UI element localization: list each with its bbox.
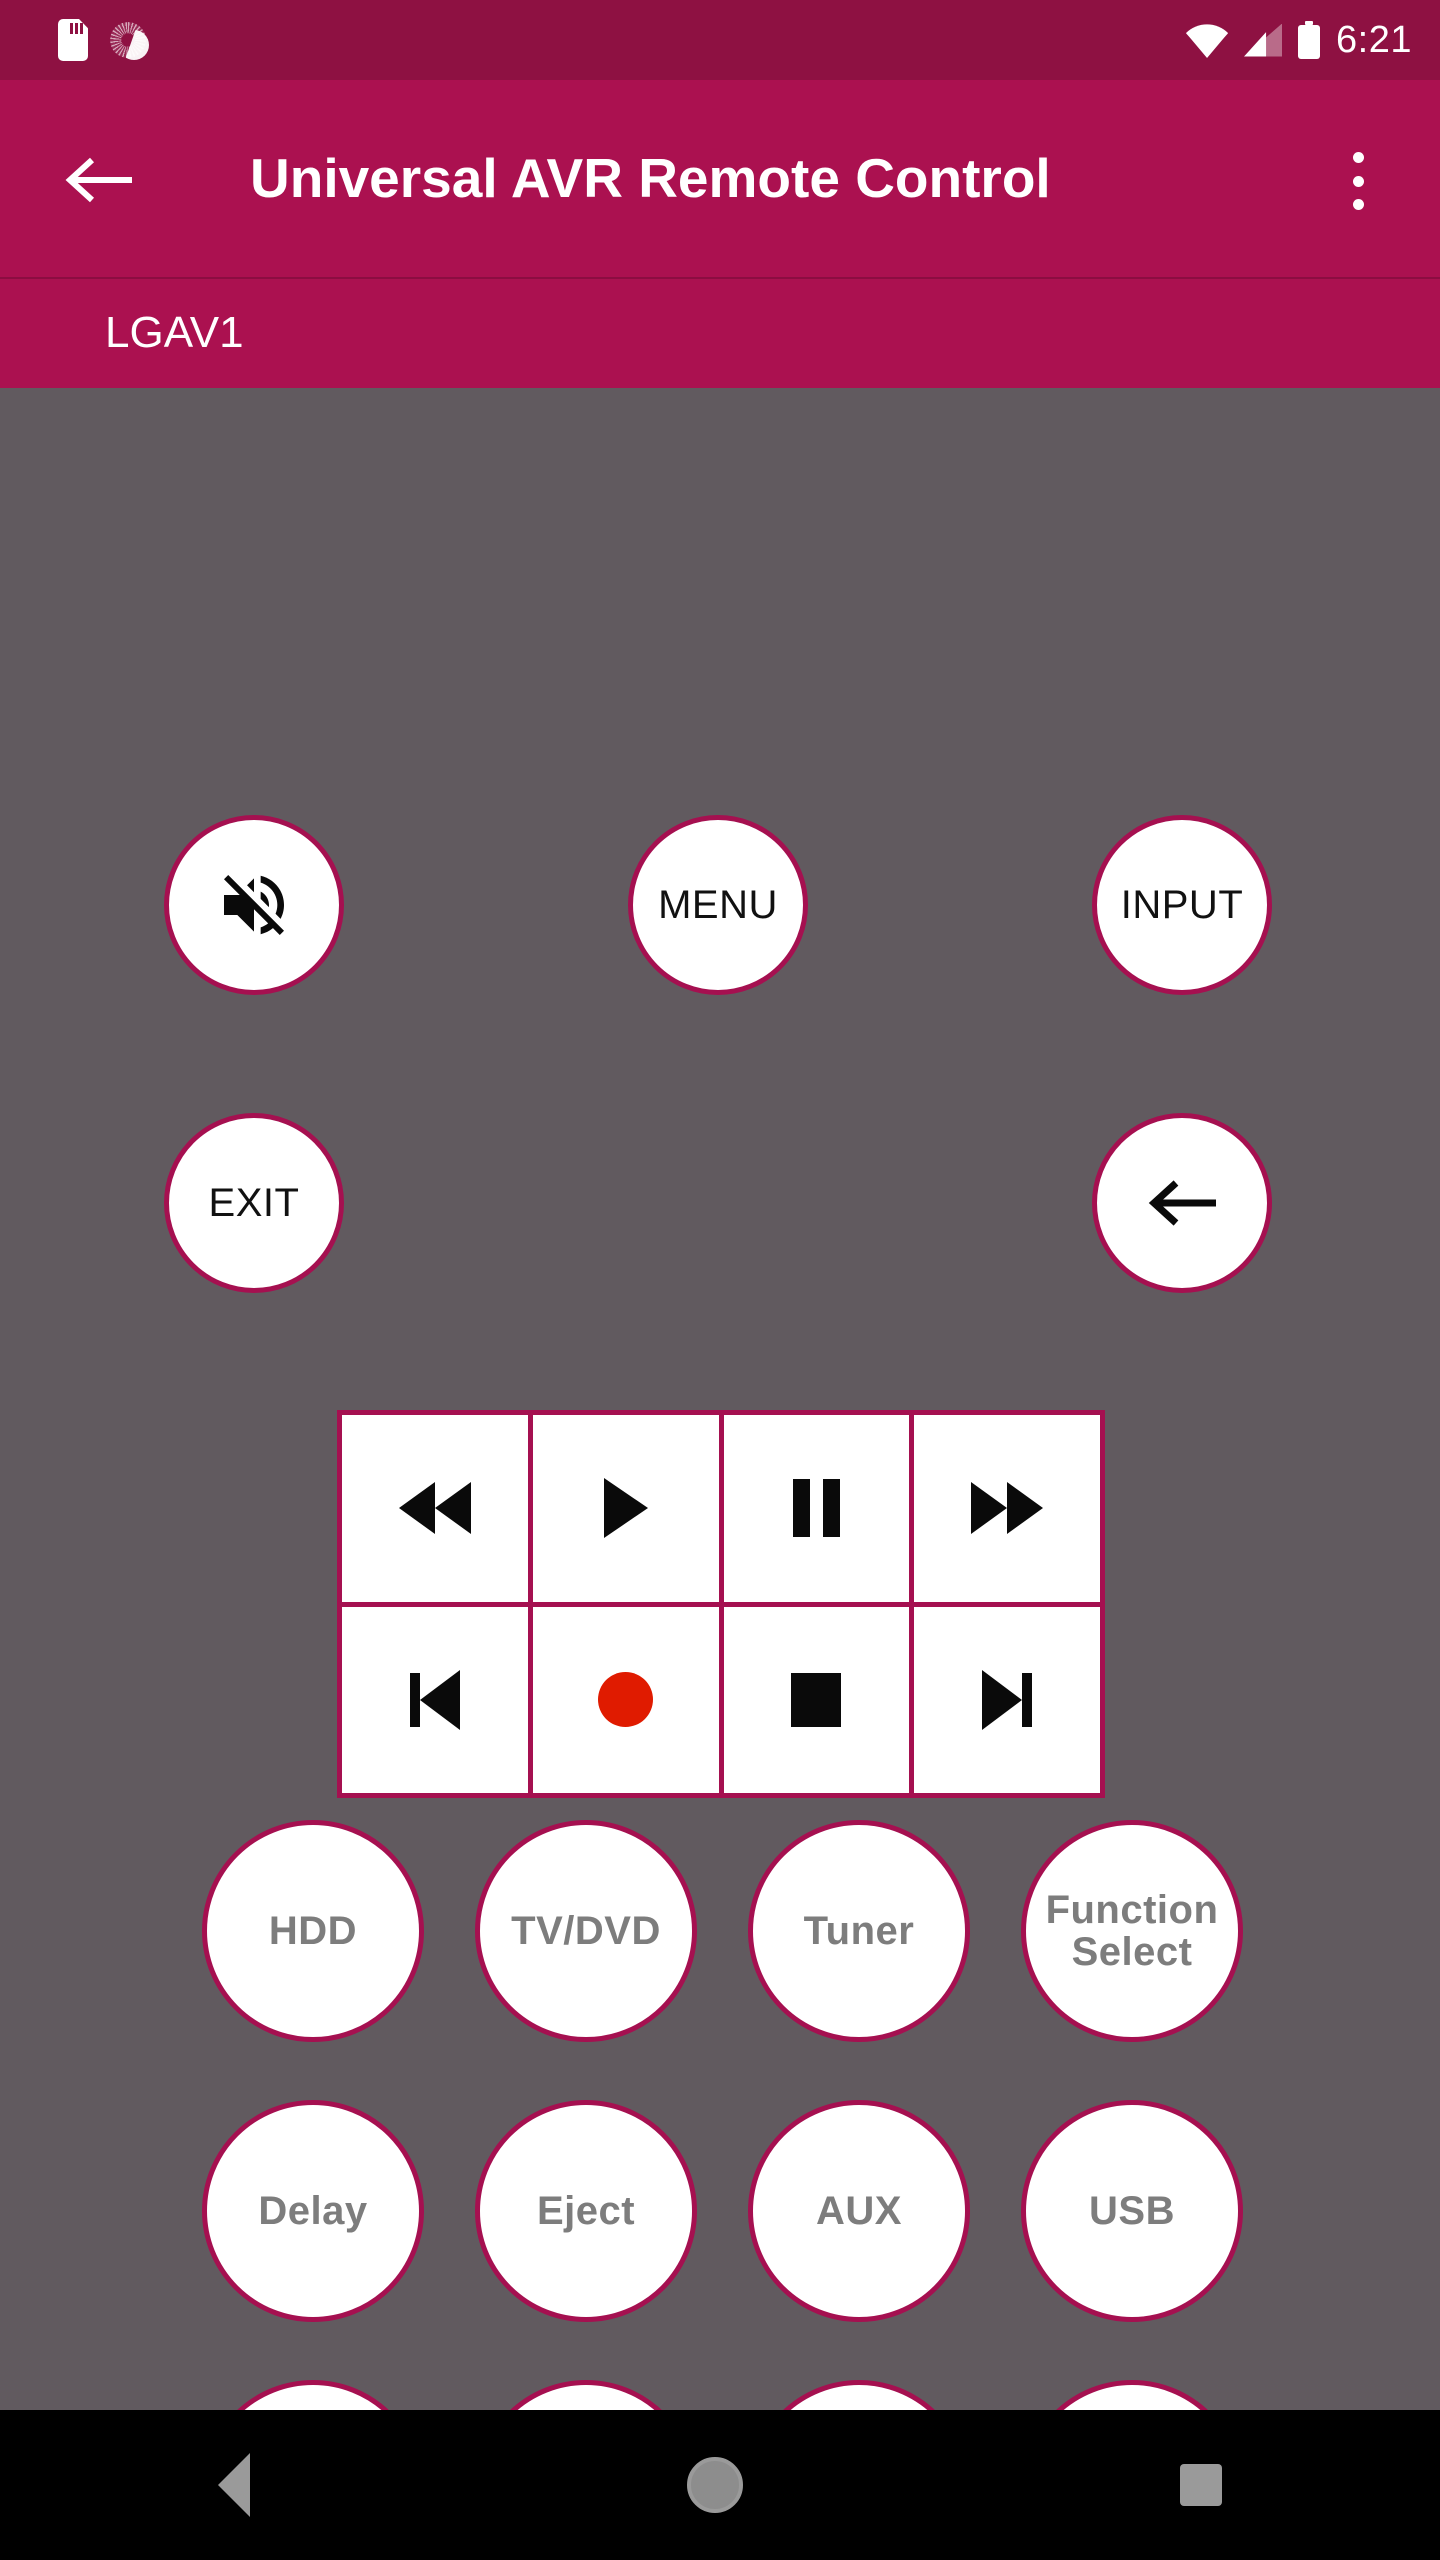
rewind-button[interactable] (342, 1415, 528, 1602)
previous-button[interactable] (342, 1606, 528, 1793)
sync-spinner-icon (110, 22, 149, 60)
pause-button[interactable] (723, 1415, 910, 1602)
back-button[interactable] (62, 142, 138, 218)
eject-button-label: Eject (536, 2189, 636, 2233)
navigation-home-icon[interactable] (686, 2457, 743, 2513)
sd-card-icon (58, 19, 88, 61)
usb-button[interactable]: USB (1021, 2100, 1243, 2322)
pause-icon (792, 1479, 840, 1538)
eject-button[interactable]: Eject (475, 2100, 697, 2322)
next-button[interactable] (914, 1606, 1100, 1793)
battery-icon (1298, 21, 1321, 59)
menu-button-label: MENU (658, 883, 778, 927)
aux-button-label: AUX (816, 2189, 902, 2233)
page-title: Universal AVR Remote Control (250, 147, 1051, 209)
hdd-button[interactable]: HDD (202, 1820, 424, 2042)
record-button[interactable] (532, 1606, 719, 1793)
input-button-label: INPUT (1120, 883, 1244, 927)
device-subtitle-bar: LGAV1 (0, 277, 1440, 388)
more-vertical-icon-dot (1352, 199, 1364, 210)
function-select-button-label: FunctionSelect (1045, 1888, 1219, 1974)
delay-button[interactable]: Delay (202, 2100, 424, 2322)
return-button[interactable] (1092, 1113, 1272, 1293)
navigation-recents-icon[interactable] (1179, 2464, 1222, 2506)
stop-icon (791, 1672, 842, 1727)
volume-off-icon (224, 875, 284, 935)
exit-button[interactable]: EXIT (164, 1113, 344, 1293)
fast-forward-icon (971, 1482, 1044, 1535)
function-select-button[interactable]: FunctionSelect (1021, 1820, 1243, 2042)
exit-button-label: EXIT (208, 1181, 300, 1225)
play-button[interactable] (532, 1415, 719, 1602)
cellular-signal-icon (1244, 23, 1283, 57)
stop-button[interactable] (723, 1606, 910, 1793)
rewind-icon (398, 1482, 471, 1535)
usb-button-label: USB (1089, 2189, 1175, 2233)
status-bar-clock: 6:21 (1336, 19, 1412, 61)
more-vertical-icon-dot (1352, 152, 1364, 163)
wifi-icon (1186, 24, 1228, 56)
navigation-back-icon[interactable] (218, 2453, 251, 2517)
more-vertical-icon-dot (1352, 175, 1364, 187)
tuner-button[interactable]: Tuner (748, 1820, 970, 2042)
status-bar: 6:21 (0, 0, 1440, 80)
record-icon (598, 1672, 654, 1728)
tv-dvd-button-label: TV/DVD (511, 1909, 661, 1953)
skip-next-icon (982, 1669, 1033, 1730)
tv-dvd-button[interactable]: TV/DVD (475, 1820, 697, 2042)
status-bar-right-icons: 6:21 (1186, 21, 1412, 59)
app-bar: Universal AVR Remote Control (0, 80, 1440, 277)
aux-button[interactable]: AUX (748, 2100, 970, 2322)
device-name-label: LGAV1 (105, 308, 244, 357)
fast-forward-button[interactable] (914, 1415, 1100, 1602)
phone-screen: 6:21 Universal AVR Remote Control LGAV1 … (0, 0, 1440, 2560)
input-button[interactable]: INPUT (1092, 815, 1272, 995)
menu-button[interactable]: MENU (628, 815, 808, 995)
transport-controls-grid (337, 1410, 1105, 1798)
android-navigation-bar (0, 2410, 1440, 2560)
play-icon (603, 1478, 648, 1539)
skip-previous-icon (409, 1669, 460, 1730)
mute-button[interactable] (164, 815, 344, 995)
arrow-left-icon (1148, 1180, 1216, 1226)
hdd-button-label: HDD (268, 1909, 358, 1953)
delay-button-label: Delay (258, 2189, 368, 2233)
arrow-left-icon (65, 157, 132, 203)
remote-control-panel: MENU INPUT EXIT HDD TV/DVD Tuner Functio… (0, 388, 1440, 2560)
tuner-button-label: Tuner (803, 1909, 915, 1953)
status-bar-left-icons (58, 19, 149, 61)
overflow-menu-button[interactable] (1328, 148, 1388, 214)
